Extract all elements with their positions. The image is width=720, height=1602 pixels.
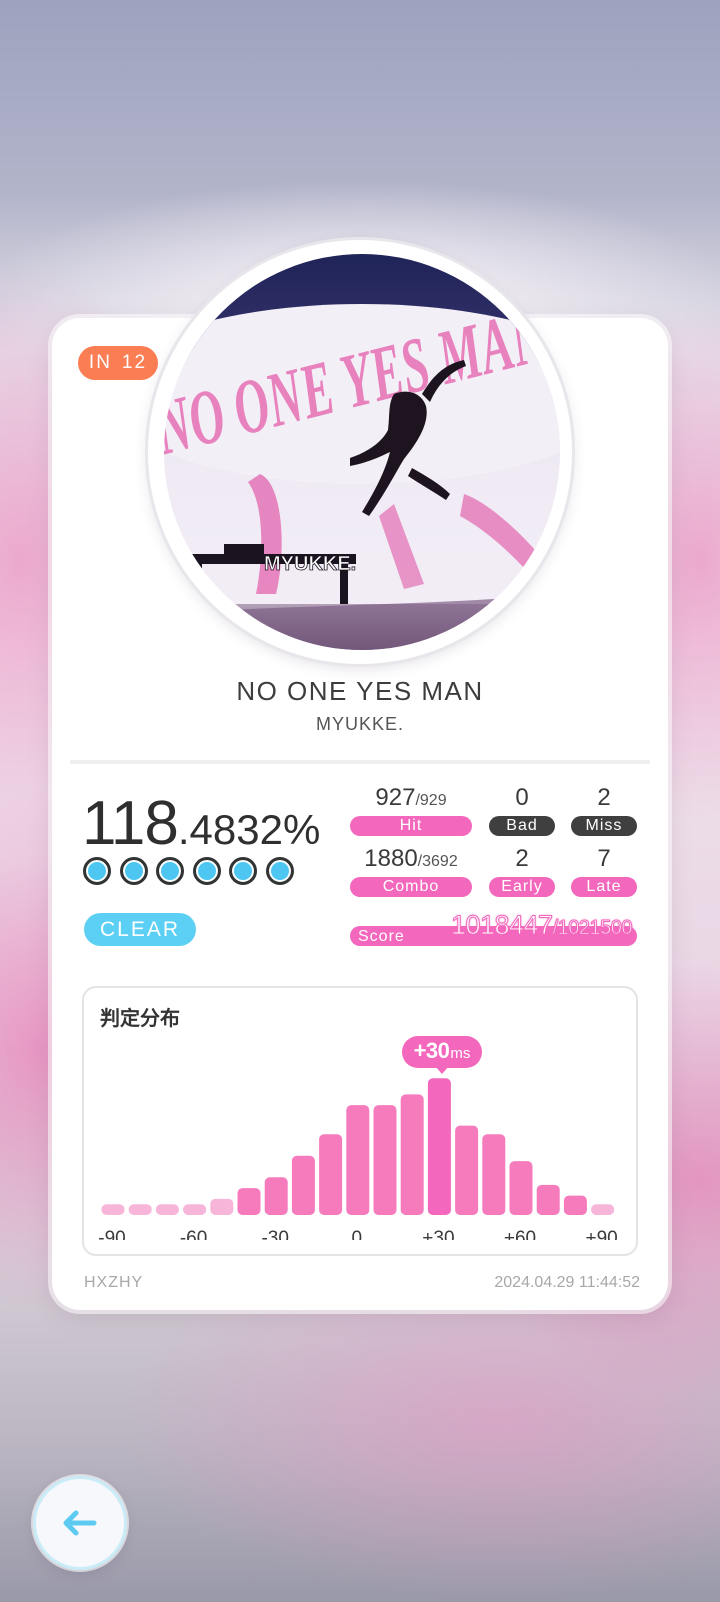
combo-count: 1880/3692 (350, 845, 472, 873)
clear-badge: CLEAR (84, 913, 196, 946)
distribution-bar (482, 1134, 506, 1215)
distribution-bar (373, 1105, 397, 1215)
level-value: 12 (121, 352, 148, 373)
distribution-bar (101, 1204, 125, 1215)
divider (70, 760, 650, 764)
distribution-bar (427, 1078, 451, 1215)
score-label: Score (358, 928, 405, 945)
song-artist: MYUKKE. (315, 714, 405, 734)
distribution-bar (237, 1188, 261, 1215)
distribution-bar (400, 1094, 424, 1215)
distribution-chart: -90 -60 -30 0 +30 +60 +90 (98, 1078, 618, 1240)
distribution-bar (509, 1161, 533, 1215)
peak-tooltip: +30 ms (402, 1036, 482, 1068)
level-type: IN (88, 352, 112, 373)
combo-total: /3692 (417, 853, 458, 870)
distribution-bar (536, 1184, 560, 1215)
distribution-bar (291, 1155, 315, 1215)
song-title: NO ONE YES MAN (236, 676, 484, 706)
arrow-left-icon (63, 1510, 97, 1536)
back-button[interactable] (33, 1476, 127, 1570)
x-tick-label: +60 (504, 1228, 536, 1240)
score-points: 1018447 (450, 910, 553, 941)
distribution-bar (264, 1177, 288, 1215)
distribution-bar (319, 1134, 343, 1215)
late-label: Late (571, 877, 637, 897)
clear-dot (156, 857, 184, 885)
hit-count: 927/929 (350, 784, 472, 812)
miss-label: Miss (571, 816, 637, 836)
accuracy-decimal: .4832% (177, 806, 321, 853)
combo-label: Combo (350, 877, 472, 897)
accuracy-integer: 118 (82, 789, 179, 858)
distribution-bar (183, 1204, 207, 1215)
distribution-bar (563, 1195, 587, 1215)
distribution-bar (455, 1125, 479, 1215)
miss-count: 2 (597, 784, 611, 811)
hit-label: Hit (350, 816, 472, 836)
bad-label: Bad (489, 816, 555, 836)
x-tick-label: +90 (585, 1228, 617, 1240)
score-value: 1018447/1021500 (450, 910, 633, 943)
clear-dot (265, 857, 294, 885)
clear-dot (229, 857, 257, 885)
peak-unit: ms (450, 1045, 471, 1062)
bad-count: 0 (515, 784, 529, 811)
peak-tooltip-pointer (435, 1066, 449, 1074)
distribution-bar (591, 1204, 615, 1215)
distribution-title: 判定分布 (100, 1006, 180, 1030)
level-badge: IN 12 (78, 346, 158, 380)
distribution-bar (210, 1198, 234, 1215)
song-jacket-art: NO ONE YES MAN MYUKKE. (164, 254, 560, 650)
clear-dot (83, 857, 111, 885)
clear-dot (119, 857, 148, 885)
distribution-bar (128, 1204, 152, 1215)
x-tick-label: -90 (98, 1228, 125, 1240)
hit-value: 927 (375, 784, 416, 811)
peak-value: +30 (413, 1038, 450, 1063)
clear-dot (192, 857, 221, 885)
x-tick-label: -60 (180, 1228, 207, 1240)
score-max: /1021500 (552, 917, 633, 940)
player-name: HXZHY (84, 1274, 144, 1291)
combo-value: 1880 (364, 845, 418, 872)
jacket-signature: MYUKKE. (264, 553, 356, 575)
early-label: Early (489, 877, 555, 897)
distribution-bar (346, 1105, 370, 1215)
late-count: 7 (597, 845, 611, 872)
accuracy: 118.4832% (82, 788, 320, 859)
clear-indicator-dots (83, 857, 294, 885)
play-timestamp: 2024.04.29 11:44:52 (494, 1274, 640, 1291)
early-count: 2 (515, 845, 529, 872)
x-tick-label: +30 (422, 1228, 454, 1240)
x-tick-label: 0 (352, 1228, 363, 1240)
distribution-bar (155, 1204, 179, 1215)
x-tick-label: -30 (261, 1228, 288, 1240)
hit-total: /929 (415, 792, 447, 809)
